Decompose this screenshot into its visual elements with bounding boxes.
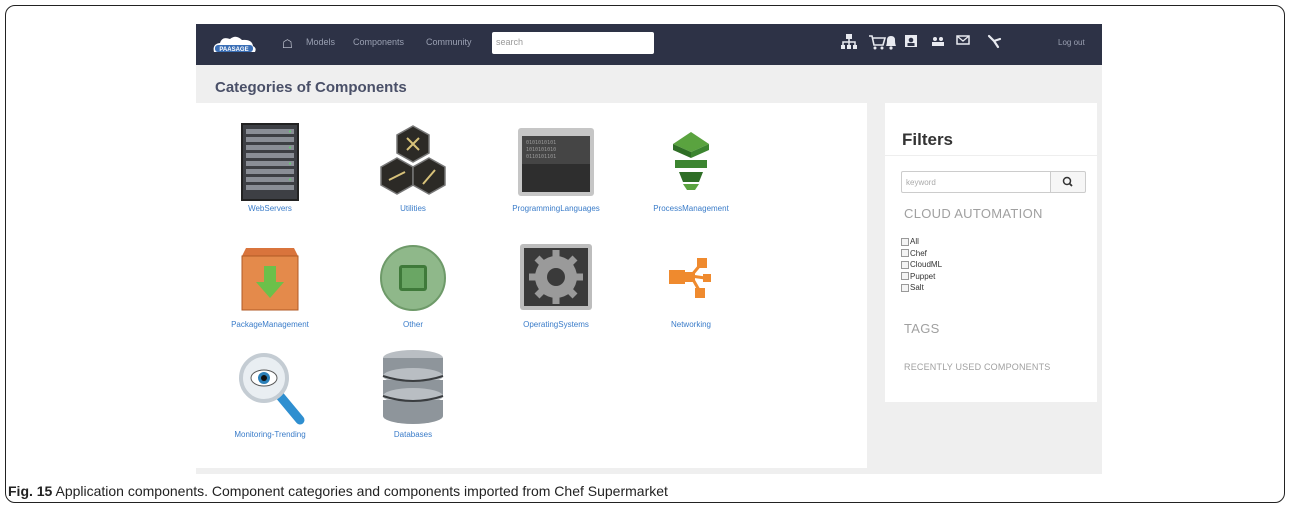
category-monitoring-trending[interactable]: Monitoring-Trending xyxy=(205,348,335,439)
category-operatingsystems[interactable]: OperatingSystems xyxy=(491,238,621,329)
option-puppet[interactable]: Puppet xyxy=(901,271,942,283)
option-label: All xyxy=(910,237,919,247)
binary-screen-icon: 0101010101 1010101010 0110101101 xyxy=(516,122,596,202)
svg-text:0101010101: 0101010101 xyxy=(526,140,556,146)
category-utilities[interactable]: Utilities xyxy=(348,122,478,213)
option-label: Puppet xyxy=(910,271,936,281)
filters-title: Filters xyxy=(902,130,954,149)
svg-text:1010101010: 1010101010 xyxy=(526,147,556,153)
checkbox[interactable] xyxy=(901,283,909,292)
figure-caption: Fig. 15 Application components. Componen… xyxy=(8,483,668,499)
users-icon[interactable] xyxy=(929,33,947,53)
category-label: OperatingSystems xyxy=(523,320,589,329)
page-title: Categories of Components xyxy=(215,79,407,96)
database-icon xyxy=(373,348,453,428)
caption-text: Application components. Component catego… xyxy=(52,483,668,499)
checkbox[interactable] xyxy=(901,249,909,258)
envelope-icon[interactable] xyxy=(954,33,972,53)
category-programminglanguages[interactable]: 0101010101 1010101010 0110101101 Program… xyxy=(491,122,621,213)
category-networking[interactable]: Networking xyxy=(626,238,756,329)
svg-text:0110101101: 0110101101 xyxy=(526,154,556,160)
keyword-input[interactable]: keyword xyxy=(901,171,1051,193)
checkbox[interactable] xyxy=(901,272,909,281)
nav-community-link[interactable]: Community xyxy=(426,37,472,47)
paasage-logo[interactable]: PAASAGE xyxy=(210,34,258,56)
category-label: Networking xyxy=(670,320,711,329)
logo-text: PAASAGE xyxy=(219,47,248,53)
category-label: Utilities xyxy=(400,204,426,213)
wrench-icon[interactable] xyxy=(985,33,1003,53)
server-rack-icon xyxy=(230,122,310,202)
category-label: Databases xyxy=(393,430,433,439)
category-label: WebServers xyxy=(248,204,292,213)
package-download-icon xyxy=(230,238,310,318)
checkbox[interactable] xyxy=(901,260,909,269)
category-other[interactable]: Other xyxy=(348,238,478,329)
category-packagemanagement[interactable]: PackageManagement xyxy=(205,238,335,329)
option-label: CloudML xyxy=(910,260,943,270)
category-label: ProgrammingLanguages xyxy=(512,204,600,213)
search-input[interactable]: search xyxy=(492,32,654,54)
circle-square-icon xyxy=(373,238,453,318)
checkbox[interactable] xyxy=(901,237,909,246)
recently-used-heading: RECENTLY USED COMPONENTS xyxy=(904,362,1051,372)
layers-stack-icon xyxy=(651,122,731,202)
divider xyxy=(885,155,1097,156)
category-processmanagement[interactable]: ProcessManagement xyxy=(626,122,756,213)
sitemap-icon[interactable] xyxy=(840,33,858,53)
category-label: ProcessManagement xyxy=(653,204,729,213)
caption-label: Fig. 15 xyxy=(8,483,53,499)
id-card-icon[interactable] xyxy=(902,33,920,53)
bell-icon[interactable] xyxy=(882,33,900,53)
categories-panel: WebServers Utilities 0101010101 10101010… xyxy=(196,103,867,468)
option-salt[interactable]: Salt xyxy=(901,282,942,294)
top-navbar: PAASAGE ☖ Models Components Community se… xyxy=(196,24,1102,65)
network-nodes-icon xyxy=(651,238,731,318)
search-icon xyxy=(1062,176,1073,187)
filters-panel: Filters keyword CLOUD AUTOMATION All Che… xyxy=(885,103,1097,402)
category-databases[interactable]: Databases xyxy=(348,348,478,439)
category-label: Other xyxy=(402,320,423,329)
option-chef[interactable]: Chef xyxy=(901,248,942,260)
logout-link[interactable]: Log out xyxy=(1058,38,1085,47)
cloud-automation-options: All Chef CloudML Puppet Salt xyxy=(901,236,942,294)
option-label: Chef xyxy=(910,248,927,258)
option-label: Salt xyxy=(910,283,924,293)
category-label: PackageManagement xyxy=(231,320,309,329)
nav-components-link[interactable]: Components xyxy=(353,37,404,47)
option-all[interactable]: All xyxy=(901,236,942,248)
keyword-search-button[interactable] xyxy=(1050,171,1086,193)
option-cloudml[interactable]: CloudML xyxy=(901,259,942,271)
tags-heading: TAGS xyxy=(904,321,940,336)
app-screenshot: PAASAGE ☖ Models Components Community se… xyxy=(196,24,1102,474)
hexagon-tools-icon xyxy=(373,122,453,202)
gear-os-icon xyxy=(516,238,596,318)
category-label: Monitoring-Trending xyxy=(234,430,306,439)
cloud-automation-heading: CLOUD AUTOMATION xyxy=(904,206,1043,221)
home-icon[interactable]: ☖ xyxy=(282,37,293,51)
category-webservers[interactable]: WebServers xyxy=(205,122,335,213)
nav-models-link[interactable]: Models xyxy=(306,37,335,47)
magnifier-eye-icon xyxy=(230,348,310,428)
